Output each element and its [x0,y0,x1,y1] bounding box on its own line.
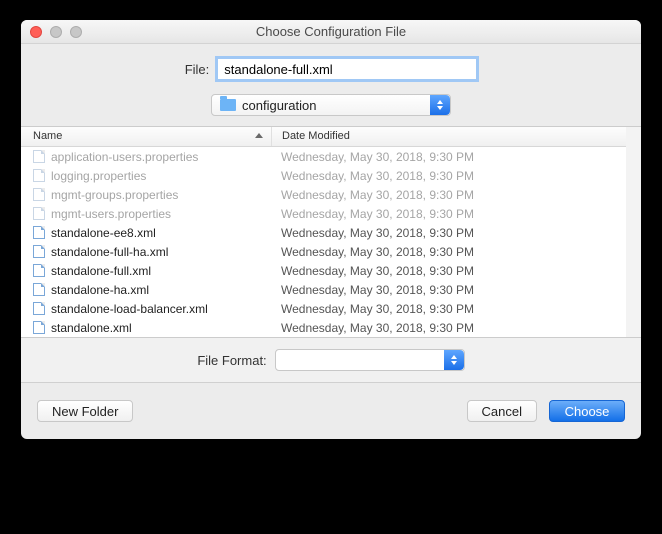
file-name-cell: logging.properties [21,169,271,183]
location-value: configuration [242,98,316,113]
file-name-text: logging.properties [51,169,146,183]
column-name-label: Name [33,130,62,142]
file-name-cell: mgmt-users.properties [21,207,271,221]
file-row[interactable]: standalone.xml Wednesday, May 30, 2018, 9… [21,318,626,337]
document-icon [33,188,45,201]
file-name-input[interactable] [217,58,477,80]
file-name-text: standalone-full.xml [51,264,151,278]
document-icon [33,321,45,334]
file-row: logging.properties Wednesday, May 30, 201… [21,166,626,185]
file-row[interactable]: standalone-ee8.xml Wednesday, May 30, 201… [21,223,626,242]
file-name-text: standalone-load-balancer.xml [51,302,208,316]
document-icon [33,264,45,277]
file-date-cell: Wednesday, May 30, 2018, 9:30 PM [271,226,626,240]
column-date-label: Date Modified [282,130,350,142]
file-list: Name Date Modified application-users.pro… [21,126,626,338]
file-name-cell: standalone.xml [21,321,271,335]
maximize-window-icon [70,26,82,38]
file-date-cell: Wednesday, May 30, 2018, 9:30 PM [271,321,626,335]
close-window-icon[interactable] [30,26,42,38]
document-icon [33,226,45,239]
header-section: File: configuration [21,44,641,126]
file-name-text: application-users.properties [51,150,198,164]
file-date-cell: Wednesday, May 30, 2018, 9:30 PM [271,169,626,183]
window-controls [30,26,82,38]
file-row[interactable]: standalone-load-balancer.xml Wednesday, M… [21,299,626,318]
file-row: application-users.properties Wednesday, M… [21,147,626,166]
file-name-cell: standalone-load-balancer.xml [21,302,271,316]
minimize-window-icon [50,26,62,38]
document-icon [33,302,45,315]
file-format-select[interactable] [275,349,465,371]
folder-icon [220,99,236,111]
document-icon [33,150,45,163]
file-name-text: standalone-ee8.xml [51,226,156,240]
file-row[interactable]: standalone-full-ha.xml Wednesday, May 30,… [21,242,626,261]
file-name-cell: standalone-full.xml [21,264,271,278]
location-select[interactable]: configuration [211,94,451,116]
file-name-text: standalone-full-ha.xml [51,245,168,259]
document-icon [33,245,45,258]
file-date-cell: Wednesday, May 30, 2018, 9:30 PM [271,245,626,259]
document-icon [33,283,45,296]
file-date-cell: Wednesday, May 30, 2018, 9:30 PM [271,302,626,316]
file-name-text: standalone-ha.xml [51,283,149,297]
file-date-cell: Wednesday, May 30, 2018, 9:30 PM [271,150,626,164]
format-bar: File Format: [21,337,641,383]
column-name[interactable]: Name [21,127,271,146]
file-date-cell: Wednesday, May 30, 2018, 9:30 PM [271,283,626,297]
file-date-cell: Wednesday, May 30, 2018, 9:30 PM [271,264,626,278]
file-date-cell: Wednesday, May 30, 2018, 9:30 PM [271,207,626,221]
file-dialog: Choose Configuration File File: configur… [21,20,641,439]
scrollbar[interactable] [626,126,641,338]
sort-ascending-icon [255,133,263,138]
file-list-container: Name Date Modified application-users.pro… [21,126,641,338]
file-row: mgmt-users.properties Wednesday, May 30, … [21,204,626,223]
file-row[interactable]: standalone-full.xml Wednesday, May 30, 20… [21,261,626,280]
choose-button[interactable]: Choose [549,400,625,422]
column-date[interactable]: Date Modified [271,127,626,146]
dropdown-arrows-icon [430,95,450,115]
new-folder-button[interactable]: New Folder [37,400,133,422]
cancel-button[interactable]: Cancel [467,400,537,422]
location-row: configuration [39,94,623,116]
window-title: Choose Configuration File [21,24,641,39]
file-name-cell: mgmt-groups.properties [21,188,271,202]
file-name-text: mgmt-groups.properties [51,188,178,202]
file-name-cell: standalone-ha.xml [21,283,271,297]
file-name-cell: standalone-ee8.xml [21,226,271,240]
file-name-row: File: [39,58,623,80]
dropdown-arrows-icon [444,350,464,370]
file-row[interactable]: standalone-ha.xml Wednesday, May 30, 2018… [21,280,626,299]
titlebar: Choose Configuration File [21,20,641,44]
file-name-cell: standalone-full-ha.xml [21,245,271,259]
file-row: mgmt-groups.properties Wednesday, May 30,… [21,185,626,204]
document-icon [33,169,45,182]
file-label: File: [185,62,210,77]
column-headers: Name Date Modified [21,127,626,147]
document-icon [33,207,45,220]
file-name-text: standalone.xml [51,321,132,335]
file-format-label: File Format: [197,353,266,368]
file-name-cell: application-users.properties [21,150,271,164]
footer: New Folder Cancel Choose [21,383,641,439]
file-name-text: mgmt-users.properties [51,207,171,221]
file-rows: application-users.properties Wednesday, M… [21,147,626,337]
file-date-cell: Wednesday, May 30, 2018, 9:30 PM [271,188,626,202]
